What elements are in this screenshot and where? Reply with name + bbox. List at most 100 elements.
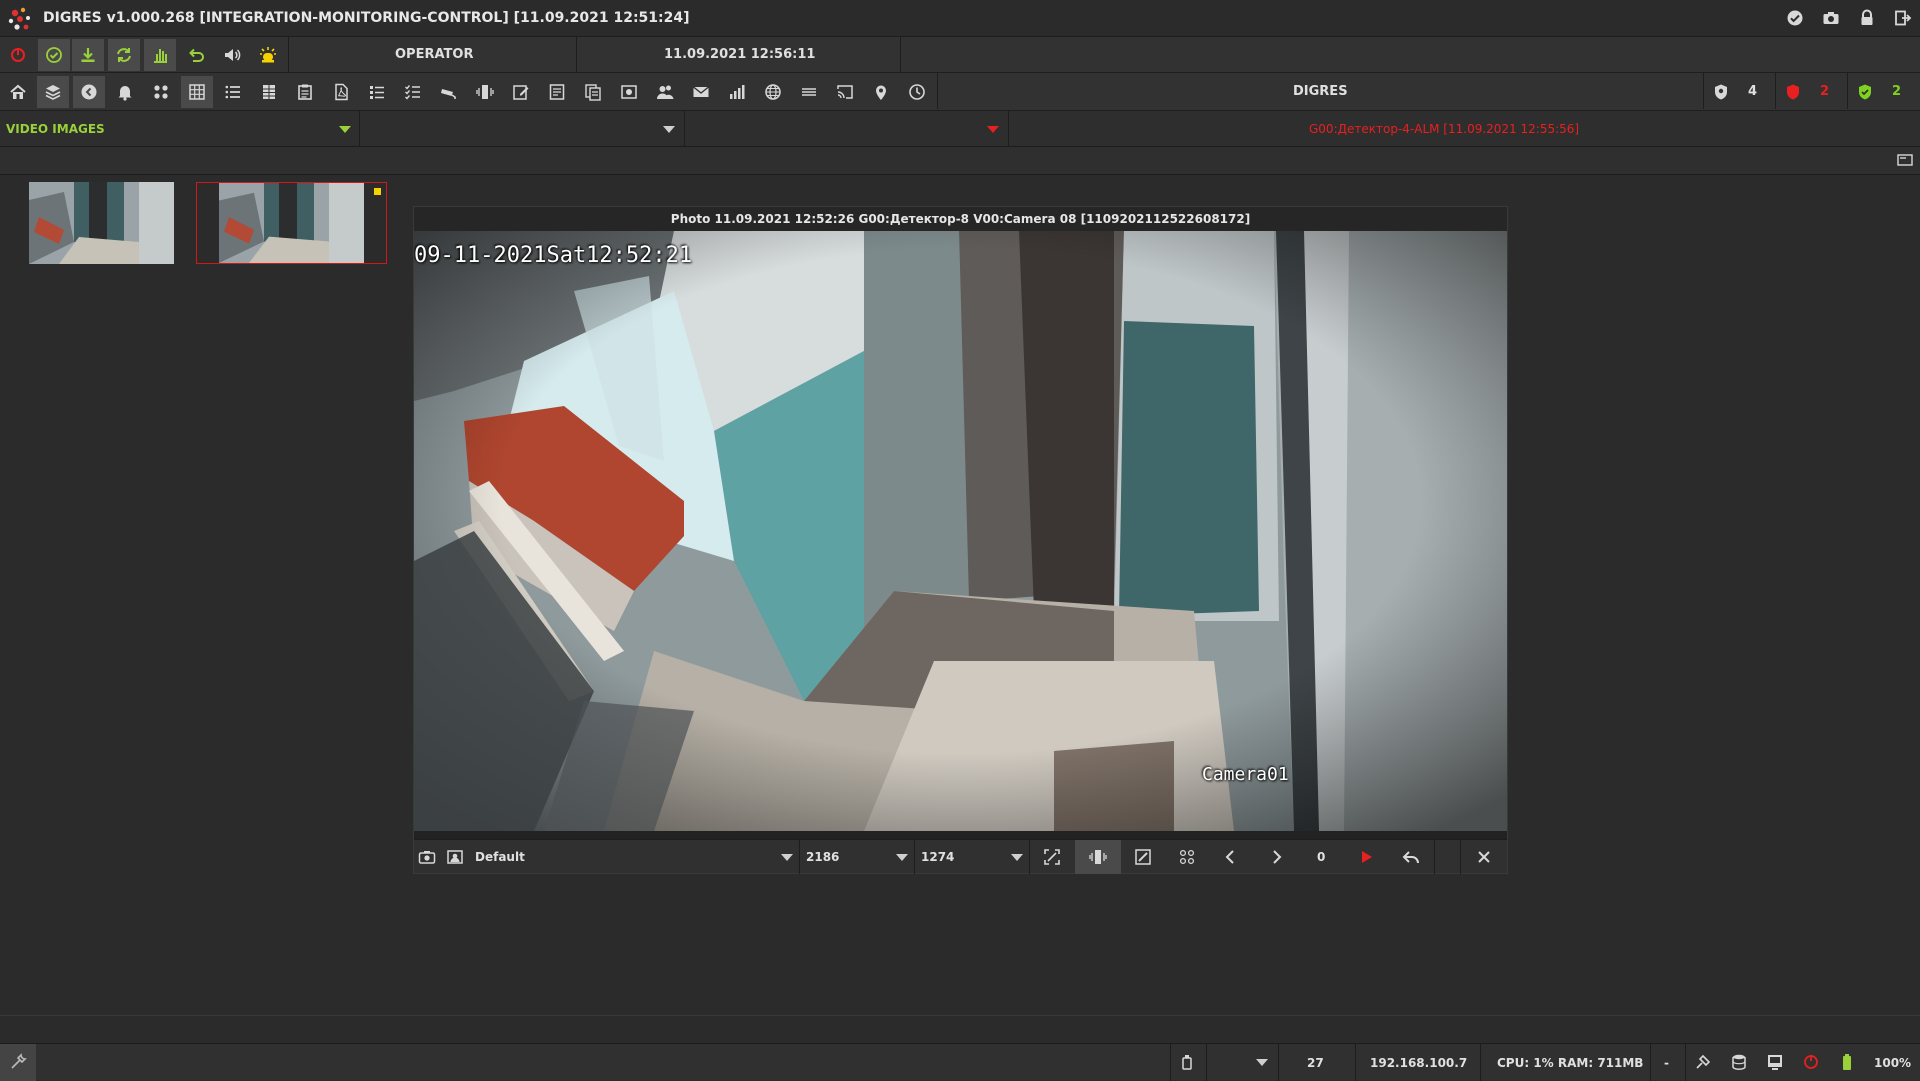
speaker-icon[interactable] [216,39,248,71]
window-title: DIGRES v1.000.268 [INTEGRATION-MONITORIN… [43,10,690,26]
users-icon[interactable] [649,76,681,108]
list-icon[interactable] [217,76,249,108]
profile-select[interactable]: Default [475,850,525,864]
viewer-controls: Default 2186 1274 0 [414,839,1507,874]
clipboard-icon[interactable] [289,76,321,108]
second-dropdown-icon[interactable] [663,126,675,133]
section-dropdown-icon[interactable] [339,126,351,133]
thumbnail-photo[interactable] [29,182,174,264]
arm-check-icon[interactable] [38,39,70,71]
shield-ok-icon[interactable] [1849,76,1881,108]
list-detail-icon[interactable] [361,76,393,108]
shield-counter: 4 [1748,84,1758,99]
fit-screen-icon[interactable] [1041,846,1063,868]
status-bar: 27 192.168.100.7 CPU: 1% RAM: 711MB - 10… [0,1043,1920,1081]
reply-icon[interactable] [1400,846,1422,868]
close-icon[interactable] [1473,846,1495,868]
door-sensor-toggle[interactable] [1075,840,1121,874]
main-toolbar: OPERATOR 11.09.2021 12:56:11 [0,37,1920,73]
database-icon[interactable] [1728,1051,1750,1073]
documents-icon[interactable] [577,76,609,108]
table-icon[interactable] [253,76,285,108]
bell-icon[interactable] [109,76,141,108]
events-count: 27 [1307,1056,1324,1070]
alarm-message[interactable]: G00:Детектор-4-ALM [11.09.2021 12:55:56] [1309,122,1579,136]
status-dash: - [1664,1056,1669,1070]
photo-export-icon[interactable] [444,846,466,868]
satellite-icon[interactable] [1692,1051,1714,1073]
sync-icon[interactable] [108,39,140,71]
checklist-icon[interactable] [397,76,429,108]
home-icon[interactable] [2,76,34,108]
lock-icon[interactable] [1856,7,1878,29]
settings-tool-icon[interactable] [0,1044,36,1081]
sub-toolbar [0,147,1920,175]
operator-label: OPERATOR [395,47,474,62]
chevron-left-icon[interactable] [1220,846,1242,868]
play-icon[interactable] [1355,846,1377,868]
hand-icon[interactable] [144,39,176,71]
device-dropdown-icon[interactable] [1256,1059,1268,1066]
height-select[interactable]: 1274 [921,850,954,864]
alarm-bell-icon[interactable] [252,39,284,71]
chevron-right-icon[interactable] [1265,846,1287,868]
edit-icon[interactable] [505,76,537,108]
monitor-icon[interactable] [1764,1051,1786,1073]
map-pin-icon[interactable] [865,76,897,108]
chart-icon[interactable] [721,76,753,108]
globe-icon[interactable] [757,76,789,108]
undo-icon[interactable] [180,39,212,71]
cpu-ram-status: CPU: 1% RAM: 711MB [1497,1056,1644,1070]
marker-icon [374,188,381,195]
check-circle-icon[interactable] [1784,7,1806,29]
layers-icon[interactable] [37,76,69,108]
bottom-strip [0,1015,1920,1043]
edit-image-icon[interactable] [1132,846,1154,868]
logout-icon[interactable] [1892,7,1914,29]
osd-camera-name: Camera01 [1202,764,1289,785]
zoom-level: 100% [1874,1056,1912,1070]
cast-icon[interactable] [829,76,861,108]
document-icon[interactable] [541,76,573,108]
snapshot-icon[interactable] [613,76,645,108]
clock-label: 11.09.2021 12:56:11 [664,47,816,62]
height-dropdown-icon[interactable] [1011,854,1023,861]
battery-icon [1836,1051,1858,1073]
photo-title: Photo 11.09.2021 12:52:26 G00:Детектор-8… [414,207,1507,231]
power-icon[interactable] [2,39,34,71]
system-label: DIGRES [1293,84,1348,99]
photo-viewer: Photo 11.09.2021 12:52:26 G00:Детектор-8… [413,206,1508,874]
ip-address: 192.168.100.7 [1370,1056,1468,1070]
module-toolbar: DIGRES 4 2 2 [0,73,1920,111]
alarm-counter: 2 [1820,84,1830,99]
shield-alarm-icon[interactable] [1777,76,1809,108]
lines-icon[interactable] [793,76,825,108]
cast-screen-icon[interactable] [1894,150,1916,172]
title-bar: DIGRES v1.000.268 [INTEGRATION-MONITORIN… [0,0,1920,37]
door-sensor-icon[interactable] [469,76,501,108]
shield-icon[interactable] [1705,76,1737,108]
clock-icon[interactable] [901,76,933,108]
section-select[interactable]: VIDEO IMAGES [6,122,105,136]
width-dropdown-icon[interactable] [896,854,908,861]
grid-dots-icon[interactable] [1176,846,1198,868]
pdf-file-icon[interactable] [325,76,357,108]
app-logo-icon [6,5,34,33]
thumbnail-photo-selected[interactable] [196,182,387,264]
profile-dropdown-icon[interactable] [781,854,793,861]
camera-photo[interactable]: 09-11-2021Sat12:52:21 Camera01 [414,231,1507,831]
grid-dots-icon[interactable] [145,76,177,108]
grid-view-icon[interactable] [181,76,213,108]
camera-icon[interactable] [416,846,438,868]
frame-counter: 0 [1317,850,1326,864]
back-circle-icon[interactable] [73,76,105,108]
download-icon[interactable] [72,39,104,71]
width-select[interactable]: 2186 [806,850,839,864]
usb-device-icon[interactable] [1176,1051,1198,1073]
camera-icon[interactable] [1820,7,1842,29]
cctv-camera-icon[interactable] [433,76,465,108]
power-status-icon[interactable] [1800,1051,1822,1073]
mail-icon[interactable] [685,76,717,108]
ok-counter: 2 [1892,84,1902,99]
third-dropdown-icon[interactable] [987,126,999,133]
